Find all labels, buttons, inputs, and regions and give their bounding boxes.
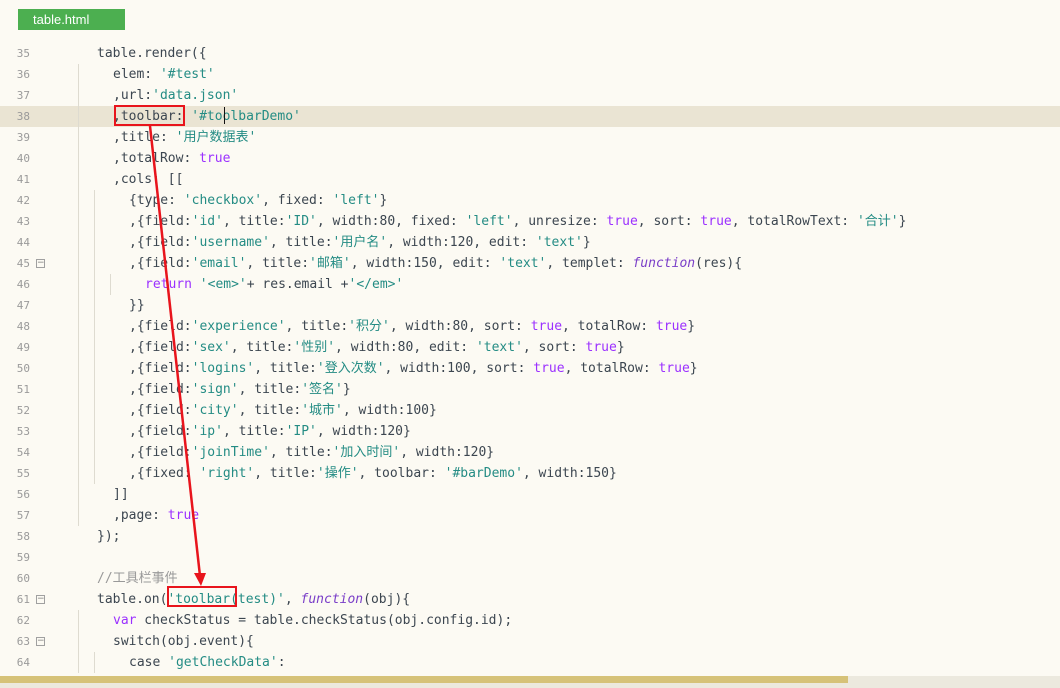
scrollbar-thumb[interactable]: [0, 676, 848, 683]
file-tab[interactable]: table.html: [18, 9, 125, 30]
horizontal-scrollbar[interactable]: [0, 676, 1060, 688]
code-editor[interactable]: 35 table.render({36 elem: '#test' 37 ,url:'d…: [0, 40, 1060, 676]
annotation-arrow: [148, 125, 206, 586]
tab-bar: table.html: [0, 0, 1060, 40]
